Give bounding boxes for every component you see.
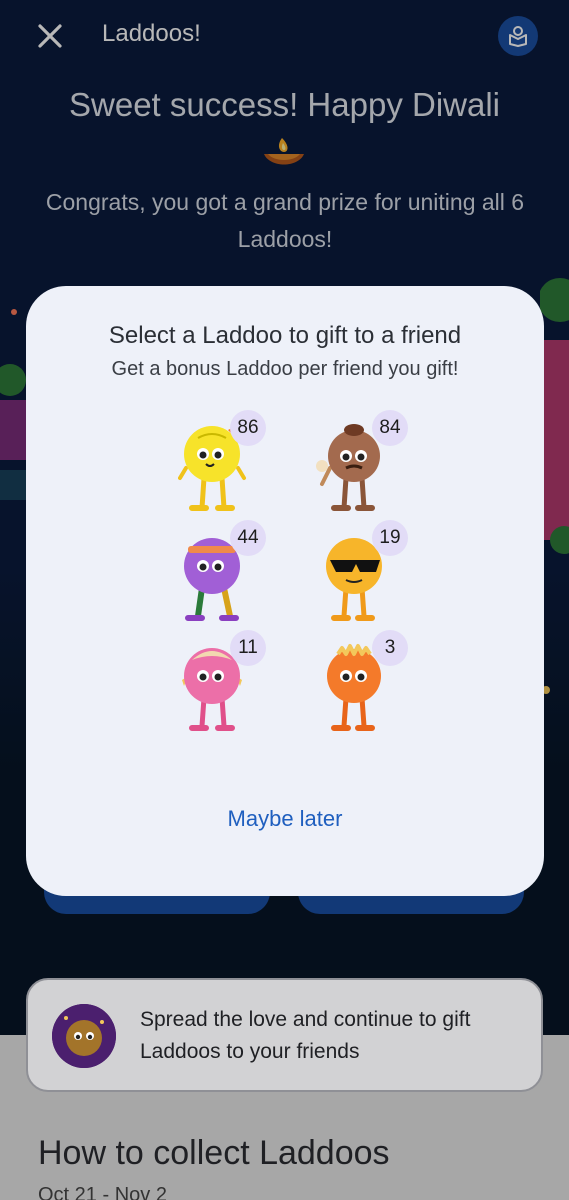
spread-love-card[interactable]: Spread the love and continue to gift Lad… [26,978,543,1092]
laddoo-count-badge: 11 [230,630,266,666]
how-to-collect-heading: How to collect Laddoos [38,1134,390,1172]
maybe-later-button[interactable]: Maybe later [26,806,544,832]
brown-laddoo-option[interactable]: 84 [316,410,408,526]
spread-love-text: Spread the love and continue to gift Lad… [140,1008,471,1063]
sunglasses-laddoo-option[interactable]: 19 [316,520,408,636]
laddoo-count-badge: 86 [230,410,266,446]
laddoo-count-badge: 3 [372,630,408,666]
dialog-title: Select a Laddoo to gift to a friend [108,322,462,349]
gift-laddoo-dialog: Select a Laddoo to gift to a friend Get … [26,286,544,896]
pink-laddoo-option[interactable]: 11 [178,630,266,746]
laddoo-count-badge: 84 [372,410,408,446]
event-dates: Oct 21 - Nov 2 [38,1184,167,1200]
purple-laddoo-option[interactable]: 44 [178,520,266,636]
laddoo-count-badge: 19 [372,520,408,556]
yellow-laddoo-option[interactable]: 86 [178,410,266,526]
laddoo-avatar-icon [52,1004,116,1068]
dialog-subtitle: Get a bonus Laddoo per friend you gift! [111,358,459,380]
laddoo-count-badge: 44 [230,520,266,556]
laddoo-avatar [52,1004,116,1068]
orange-laddoo-option[interactable]: 3 [316,630,408,746]
